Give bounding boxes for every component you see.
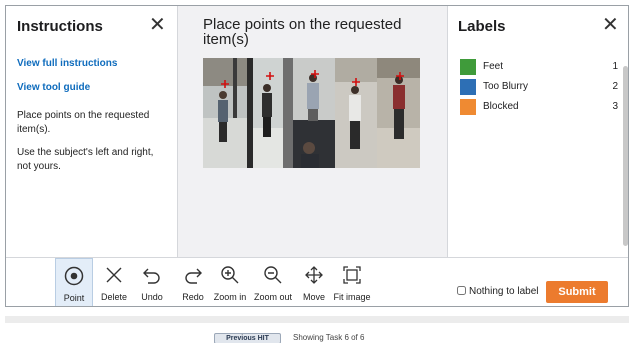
toolbar: Point Delete Undo Redo Zoom in Zoom out … bbox=[6, 257, 628, 306]
label-name: Blocked bbox=[483, 101, 519, 112]
nothing-to-label-text: Nothing to label bbox=[469, 286, 539, 297]
canvas-area: Place points on the requested item(s) bbox=[178, 6, 447, 257]
image-tile bbox=[377, 58, 420, 168]
tool-label: Delete bbox=[100, 292, 127, 302]
tool-label: Zoom out bbox=[253, 292, 293, 302]
fit-image-button[interactable]: Fit image bbox=[331, 258, 373, 306]
view-tool-guide-link[interactable]: View tool guide bbox=[17, 82, 90, 93]
tool-label: Zoom in bbox=[213, 292, 247, 302]
tool-label: Point bbox=[63, 293, 85, 303]
tool-label: Undo bbox=[141, 292, 163, 302]
label-hotkey: 2 bbox=[612, 81, 618, 92]
view-full-instructions-link[interactable]: View full instructions bbox=[17, 58, 117, 69]
tool-label: Fit image bbox=[333, 292, 371, 302]
image-tile bbox=[335, 58, 377, 168]
previous-hit-button[interactable]: Previous HIT bbox=[214, 333, 281, 343]
redo-button[interactable]: Redo bbox=[174, 258, 212, 306]
image-tile bbox=[203, 58, 247, 168]
task-prompt: Place points on the requested item(s) bbox=[203, 16, 402, 48]
image-tile bbox=[247, 58, 293, 168]
tool-label: Redo bbox=[182, 292, 204, 302]
label-name: Too Blurry bbox=[483, 81, 529, 92]
move-button[interactable]: Move bbox=[296, 258, 332, 306]
annotation-frame: Instructions ✕ View full instructions Vi… bbox=[5, 5, 629, 307]
move-icon bbox=[296, 264, 332, 286]
point-icon bbox=[56, 265, 92, 287]
zoom-out-button[interactable]: Zoom out bbox=[251, 258, 295, 306]
label-name: Feet bbox=[483, 61, 504, 72]
divider-band bbox=[5, 316, 629, 323]
label-color-swatch bbox=[460, 79, 476, 95]
image-canvas[interactable] bbox=[203, 58, 420, 168]
close-icon[interactable]: ✕ bbox=[149, 15, 166, 35]
label-hotkey: 1 bbox=[612, 61, 618, 72]
label-too-blurry[interactable]: Too Blurry 2 bbox=[460, 79, 618, 95]
undo-icon bbox=[133, 264, 171, 286]
point-button[interactable]: Point bbox=[55, 258, 93, 306]
instructions-panel: Instructions ✕ View full instructions Vi… bbox=[6, 6, 178, 257]
submit-button[interactable]: Submit bbox=[546, 281, 608, 303]
delete-icon bbox=[95, 264, 133, 286]
task-progress-text: Showing Task 6 of 6 bbox=[293, 333, 365, 342]
instructions-title: Instructions bbox=[17, 18, 103, 35]
scrollbar[interactable] bbox=[623, 66, 628, 246]
label-color-swatch bbox=[460, 99, 476, 115]
fit-image-icon bbox=[331, 264, 373, 286]
redo-icon bbox=[174, 264, 212, 286]
undo-button[interactable]: Undo bbox=[133, 258, 171, 306]
instructions-text: Place points on the requested item(s). bbox=[17, 110, 150, 135]
labels-panel: Labels ✕ Feet 1 Too Blurry 2 Blocked 3 bbox=[447, 6, 628, 257]
nothing-to-label-option[interactable]: Nothing to label bbox=[457, 286, 539, 297]
delete-button[interactable]: Delete bbox=[95, 258, 133, 306]
zoom-in-icon bbox=[210, 264, 250, 286]
image-tile bbox=[293, 58, 335, 168]
zoom-out-icon bbox=[251, 264, 295, 286]
zoom-in-button[interactable]: Zoom in bbox=[210, 258, 250, 306]
label-color-swatch bbox=[460, 59, 476, 75]
label-feet[interactable]: Feet 1 bbox=[460, 59, 618, 75]
labels-title: Labels bbox=[458, 18, 506, 35]
label-hotkey: 3 bbox=[612, 101, 618, 112]
instructions-note: Use the subject's left and right, not yo… bbox=[17, 147, 154, 172]
close-icon[interactable]: ✕ bbox=[602, 15, 619, 35]
nothing-to-label-checkbox[interactable] bbox=[457, 286, 466, 295]
tool-label: Move bbox=[302, 292, 325, 302]
label-blocked[interactable]: Blocked 3 bbox=[460, 99, 618, 115]
